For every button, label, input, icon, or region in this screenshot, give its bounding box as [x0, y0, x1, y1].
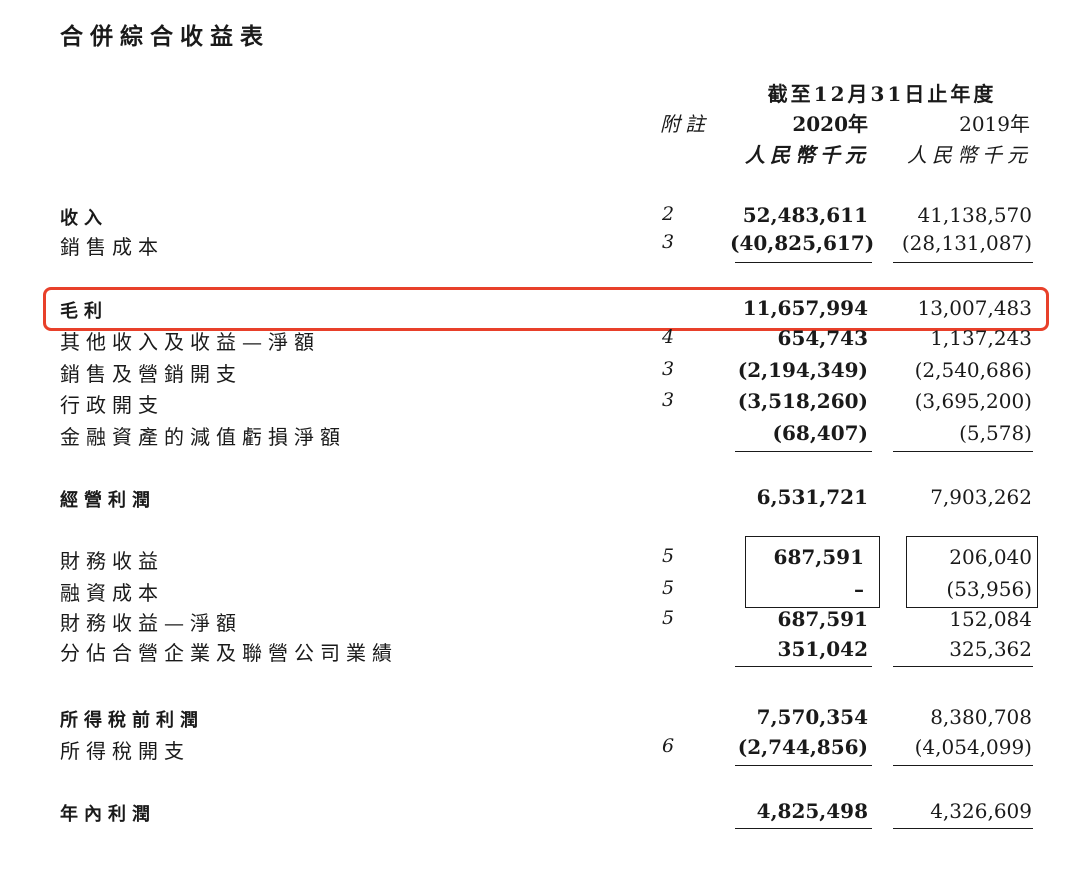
row-label: 所得稅開支: [60, 739, 190, 763]
value-2019: (4,054,099): [914, 735, 1032, 759]
value-2020: 687,591: [773, 545, 864, 569]
row-label: 年內利潤: [60, 804, 156, 825]
row-operating-profit: 經營利潤 6,531,721 7,903,262: [0, 485, 1080, 511]
row-label: 收入: [60, 208, 108, 229]
value-2020: 654,743: [777, 326, 868, 350]
row-finance-costs: 融資成本 5 – (53,956): [0, 577, 1080, 605]
value-2020: 7,570,354: [756, 705, 868, 729]
row-finance-income: 財務收益 5 687,591 206,040: [0, 545, 1080, 573]
unit-2019-header: 人民幣千元: [907, 143, 1032, 167]
row-other-income: 其他收入及收益—淨額 4 654,743 1,137,243: [0, 326, 1080, 354]
note-column-header: 附註: [660, 112, 710, 136]
row-label: 所得稅前利潤: [60, 710, 204, 731]
row-note: 3: [661, 231, 675, 253]
row-note: 3: [661, 389, 675, 411]
value-2020: (40,825,617): [730, 231, 875, 255]
row-revenue: 收入 2 52,483,611 41,138,570: [0, 203, 1080, 229]
row-note: 3: [661, 358, 675, 380]
underline: [735, 262, 872, 263]
row-selling-expenses: 銷售及營銷開支 3 (2,194,349) (2,540,686): [0, 358, 1080, 386]
underline: [893, 828, 1033, 829]
row-profit-before-tax: 所得稅前利潤 7,570,354 8,380,708: [0, 705, 1080, 731]
value-2019: 206,040: [949, 545, 1032, 569]
value-2020: (3,518,260): [737, 389, 868, 413]
row-label: 銷售成本: [60, 235, 164, 259]
underline: [893, 666, 1033, 667]
row-finance-net: 財務收益—淨額 5 687,591 152,084: [0, 607, 1080, 635]
underline: [735, 828, 872, 829]
underline: [735, 666, 872, 667]
row-income-tax: 所得稅開支 6 (2,744,856) (4,054,099): [0, 735, 1080, 763]
underline: [893, 765, 1033, 766]
value-2019: 7,903,262: [930, 485, 1032, 509]
value-2019: (53,956): [946, 577, 1032, 601]
value-2019: (2,540,686): [914, 358, 1032, 382]
value-2020: 6,531,721: [756, 485, 868, 509]
value-2019: 1,137,243: [930, 326, 1032, 350]
value-2019: 325,362: [949, 637, 1032, 661]
gross-profit-highlight: [43, 287, 1049, 331]
year-2019-header: 2019年: [959, 112, 1030, 136]
row-note: 5: [661, 577, 675, 599]
underline: [893, 262, 1033, 263]
row-share-of-results: 分佔合營企業及聯營公司業績 351,042 325,362: [0, 637, 1080, 665]
unit-2020-header: 人民幣千元: [745, 143, 870, 167]
value-2020: –: [854, 577, 864, 601]
value-2019: (5,578): [959, 421, 1032, 445]
statement-title: 合併綜合收益表: [60, 24, 270, 50]
row-label: 金融資產的減值虧損淨額: [60, 425, 346, 449]
row-note: 5: [661, 607, 675, 629]
row-label: 經營利潤: [60, 490, 156, 511]
value-2020: (68,407): [772, 421, 868, 445]
period-header: 截至12月31日止年度: [767, 82, 997, 106]
year-2020-header: 2020年: [792, 112, 868, 136]
value-2019: 152,084: [949, 607, 1032, 631]
row-note: 6: [661, 735, 675, 757]
row-label: 其他收入及收益—淨額: [60, 330, 320, 354]
value-2020: 687,591: [777, 607, 868, 631]
underline: [893, 451, 1033, 452]
value-2020: 52,483,611: [742, 203, 868, 227]
row-note: 4: [661, 326, 675, 348]
row-profit-for-year: 年內利潤 4,825,498 4,326,609: [0, 799, 1080, 825]
value-2019: 41,138,570: [917, 203, 1032, 227]
value-2019: (3,695,200): [914, 389, 1032, 413]
underline: [735, 765, 872, 766]
income-statement: 合併綜合收益表 截至12月31日止年度 附註 2020年 2019年 人民幣千元…: [0, 0, 1080, 883]
row-label: 行政開支: [60, 393, 164, 417]
row-admin-expenses: 行政開支 3 (3,518,260) (3,695,200): [0, 389, 1080, 417]
value-2019: 8,380,708: [930, 705, 1032, 729]
value-2020: (2,744,856): [737, 735, 868, 759]
row-cost-of-sales: 銷售成本 3 (40,825,617) (28,131,087): [0, 231, 1080, 259]
row-label: 財務收益: [60, 549, 164, 573]
value-2019: 4,326,609: [930, 799, 1032, 823]
row-label: 分佔合營企業及聯營公司業績: [60, 641, 398, 665]
underline: [735, 451, 872, 452]
row-note: 5: [661, 545, 675, 567]
row-label: 銷售及營銷開支: [60, 362, 242, 386]
value-2019: (28,131,087): [901, 231, 1032, 255]
value-2020: (2,194,349): [737, 358, 868, 382]
value-2020: 351,042: [777, 637, 868, 661]
value-2020: 4,825,498: [756, 799, 868, 823]
row-label: 財務收益—淨額: [60, 611, 242, 635]
row-label: 融資成本: [60, 581, 164, 605]
row-note: 2: [661, 203, 675, 225]
row-impairment: 金融資產的減值虧損淨額 (68,407) (5,578): [0, 421, 1080, 449]
